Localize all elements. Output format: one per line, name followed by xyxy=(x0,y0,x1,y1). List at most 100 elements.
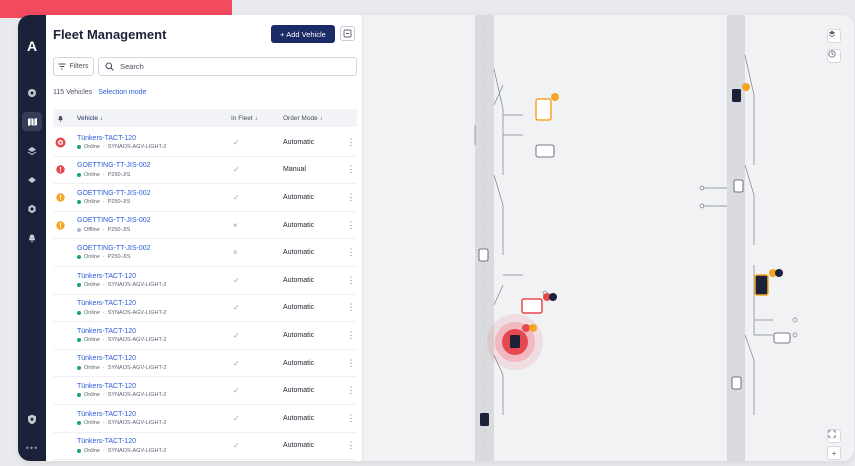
vehicle-cell[interactable]: Tünkers-TACT-120 Online · SYNAOS-AGV-LIG… xyxy=(67,355,231,371)
map-fullscreen-button[interactable] xyxy=(827,429,841,443)
order-mode-value: Automatic xyxy=(283,193,315,201)
vehicle-cell[interactable]: Tünkers-TACT-120 Online · SYNAOS-AGV-LIG… xyxy=(67,135,231,150)
vehicle-name[interactable]: Tünkers-TACT-120 xyxy=(77,383,231,391)
vehicle-marker-small-2[interactable] xyxy=(733,179,744,193)
vehicle-name[interactable]: Tünkers-TACT-120 xyxy=(77,355,231,363)
vehicle-cell[interactable]: Tünkers-TACT-120 Online · SYNAOS-AGV-LIG… xyxy=(67,383,231,398)
vehicle-name[interactable]: GOETTING-TT-JIS-002 xyxy=(77,190,231,198)
vehicle-name[interactable]: GOETTING-TT-JIS-002 xyxy=(77,245,231,253)
layers-icon xyxy=(828,30,836,38)
vehicle-marker-small-3[interactable] xyxy=(731,376,742,390)
nav-settings-button[interactable] xyxy=(22,199,42,218)
vehicle-cell[interactable]: GOETTING-TT-JIS-002 Online · P250-JIS xyxy=(67,190,231,205)
selection-mode-link[interactable]: Selection mode xyxy=(98,89,146,96)
table-row[interactable]: Tünkers-TACT-120 Online · SYNAOS-AGV-LIG… xyxy=(53,433,357,461)
layers-icon xyxy=(27,146,37,155)
vehicle-marker-red[interactable] xyxy=(521,293,557,314)
search-placeholder: Search xyxy=(120,62,144,71)
table-row[interactable]: Tünkers-TACT-120 Online · SYNAOS-AGV-LIG… xyxy=(53,377,357,405)
vehicle-cell[interactable]: GOETTING-TT-JIS-002 Online · P250-JIS xyxy=(67,162,231,178)
order-mode-column-header[interactable]: Order Mode ↓ xyxy=(283,115,345,122)
add-vehicle-button[interactable]: + Add Vehicle xyxy=(271,25,335,43)
vehicle-name[interactable]: Tünkers-TACT-120 xyxy=(77,328,231,336)
vehicle-cell[interactable]: GOETTING-TT-JIS-002 Online · P250-JIS xyxy=(67,245,231,260)
vehicle-cell[interactable]: Tünkers-TACT-120 Online · SYNAOS-AGV-LIG… xyxy=(67,411,231,426)
more-icon[interactable]: ••• xyxy=(26,443,38,453)
vehicle-status: Online xyxy=(84,171,100,178)
table-row[interactable]: GOETTING-TT-JIS-002 Online · P250-JIS ✓ … xyxy=(53,157,357,185)
vehicle-name[interactable]: Tünkers-TACT-120 xyxy=(77,411,231,419)
status-dot-icon xyxy=(77,448,81,453)
table-row[interactable]: Tünkers-TACT-120 Online · SYNAOS-AGV-LIG… xyxy=(53,295,357,323)
row-menu-icon[interactable]: ⋮ xyxy=(345,302,357,313)
export-button[interactable] xyxy=(340,26,355,41)
vehicle-column-header[interactable]: Vehicle ↓ xyxy=(67,115,231,122)
vehicle-cell[interactable]: Tünkers-TACT-120 Online · SYNAOS-AGV-LIG… xyxy=(67,438,231,454)
row-menu-icon[interactable]: ⋮ xyxy=(345,413,357,424)
table-row[interactable]: Tünkers-TACT-120 Online · SYNAOS-AGV-LIG… xyxy=(53,129,357,157)
nav-layers-button[interactable] xyxy=(22,141,42,160)
filters-label: Filters xyxy=(69,63,89,70)
zoom-in-button[interactable]: + xyxy=(827,446,841,460)
nav-map-button[interactable] xyxy=(22,112,42,131)
settings-icon xyxy=(28,204,36,213)
vehicle-marker-alert[interactable] xyxy=(487,314,543,370)
vehicle-marker-small-1[interactable] xyxy=(478,248,489,262)
vehicle-marker-dark-orange[interactable] xyxy=(754,269,783,296)
vehicle-cell[interactable]: GOETTING-TT-JIS-002 Offline · P250-JIS xyxy=(67,217,231,233)
row-menu-icon[interactable]: ⋮ xyxy=(345,137,357,148)
vehicle-status: Online xyxy=(84,309,100,316)
search-icon xyxy=(105,62,114,71)
vehicle-name[interactable]: Tünkers-TACT-120 xyxy=(77,135,231,143)
map-canvas[interactable] xyxy=(363,15,854,461)
nav-stack-button[interactable] xyxy=(22,170,42,189)
table-row[interactable]: Tünkers-TACT-120 Online · SYNAOS-AGV-LIG… xyxy=(53,405,357,433)
nav-dashboard-button[interactable] xyxy=(22,83,42,102)
map-layers-button[interactable] xyxy=(827,29,841,43)
nav-security-button[interactable] xyxy=(22,410,42,429)
filters-button[interactable]: Filters xyxy=(53,57,94,76)
vehicle-cell[interactable]: Tünkers-TACT-120 Online · SYNAOS-AGV-LIG… xyxy=(67,273,231,288)
order-mode-value: Automatic xyxy=(283,331,315,339)
row-menu-icon[interactable]: ⋮ xyxy=(345,164,357,175)
map-history-button[interactable] xyxy=(827,49,841,63)
separator: · xyxy=(102,254,105,261)
row-menu-icon[interactable]: ⋮ xyxy=(345,192,357,203)
row-menu-icon[interactable]: ⋮ xyxy=(345,275,357,286)
row-menu-icon[interactable]: ⋮ xyxy=(345,330,357,341)
vehicle-marker-small-4[interactable] xyxy=(480,413,489,426)
vehicle-cell[interactable]: Tünkers-TACT-120 Online · SYNAOS-AGV-LIG… xyxy=(67,328,231,343)
nav-notifications-button[interactable] xyxy=(22,228,42,247)
vehicle-name[interactable]: Tünkers-TACT-120 xyxy=(77,273,231,281)
table-row[interactable]: GOETTING-TT-JIS-002 Online · P250-JIS × … xyxy=(53,239,357,267)
vehicle-name[interactable]: Tünkers-TACT-120 xyxy=(77,300,231,308)
map-view[interactable]: + xyxy=(363,15,854,461)
table-row[interactable]: Tünkers-TACT-120 Online · SYNAOS-AGV-LIG… xyxy=(53,350,357,378)
vehicle-name[interactable]: Tünkers-TACT-120 xyxy=(77,438,231,446)
table-row[interactable]: Tünkers-TACT-120 Online · SYNAOS-AGV-LIG… xyxy=(53,322,357,350)
row-menu-icon[interactable]: ⋮ xyxy=(345,440,357,451)
row-menu-icon[interactable]: ⋮ xyxy=(345,247,357,258)
vehicle-marker-orange[interactable] xyxy=(535,93,559,121)
row-menu-icon[interactable]: ⋮ xyxy=(345,385,357,396)
vehicle-status: Offline xyxy=(84,226,100,233)
alert-column-header[interactable] xyxy=(53,115,67,122)
table-row[interactable]: GOETTING-TT-JIS-002 Offline · P250-JIS ×… xyxy=(53,212,357,240)
in-fleet-value: ✓ xyxy=(233,358,240,368)
search-input[interactable]: Search xyxy=(98,57,357,76)
in-fleet-column-header[interactable]: In Fleet ↓ xyxy=(231,115,283,122)
table-row[interactable]: GOETTING-TT-JIS-002 Online · P250-JIS ✓ … xyxy=(53,184,357,212)
table-row[interactable]: Tünkers-TACT-120 Online · SYNAOS-AGV-LIG… xyxy=(53,267,357,295)
separator: · xyxy=(102,419,105,426)
row-menu-icon[interactable]: ⋮ xyxy=(345,220,357,231)
order-mode-value: Automatic xyxy=(283,304,315,312)
row-menu-icon[interactable]: ⋮ xyxy=(345,358,357,369)
alert-cell xyxy=(53,220,67,230)
vehicle-marker-white-2[interactable] xyxy=(773,332,791,344)
vehicle-cell[interactable]: Tünkers-TACT-120 Online · SYNAOS-AGV-LIG… xyxy=(67,300,231,316)
vehicle-status-line: Online · SYNAOS-AGV-LIGHT-2 xyxy=(77,144,231,150)
vehicle-name[interactable]: GOETTING-TT-JIS-002 xyxy=(77,217,231,225)
vehicle-status: Online xyxy=(84,281,100,288)
vehicle-name[interactable]: GOETTING-TT-JIS-002 xyxy=(77,162,231,170)
vehicle-marker-white[interactable] xyxy=(535,144,555,158)
